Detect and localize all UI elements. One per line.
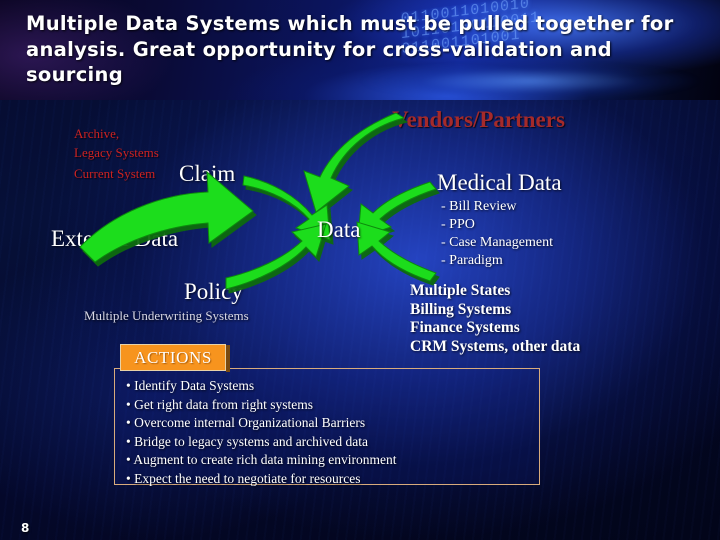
- actions-item: • Bridge to legacy systems and archived …: [126, 433, 369, 449]
- slide-canvas: 0110011010010 10110100110011 01100110100…: [0, 0, 720, 540]
- systems-item: CRM Systems, other data: [410, 337, 581, 355]
- label-archive-legacy-systems: Archive, Legacy Systems: [74, 124, 159, 162]
- label-policy: Policy: [184, 279, 243, 304]
- medical-data-item-list: - Bill Review - PPO - Case Management - Par…: [441, 198, 553, 270]
- actions-tab-label: ACTIONS: [134, 347, 212, 367]
- label-external-data: External Data: [51, 226, 179, 251]
- actions-item: • Identify Data Systems: [126, 378, 255, 393]
- label-data-center: Data: [317, 217, 361, 242]
- systems-item-list: Multiple States Billing Systems Finance Sy…: [410, 282, 580, 356]
- label-line: Archive,: [74, 126, 120, 141]
- medical-data-item: - PPO: [441, 217, 475, 232]
- systems-item: Billing Systems: [410, 300, 512, 318]
- label-vendors-partners: Vendors/Partners: [392, 107, 565, 132]
- actions-box: • Identify Data Systems • Get right data …: [114, 368, 540, 486]
- label-multiple-underwriting-systems: Multiple Underwriting Systems: [84, 308, 249, 323]
- actions-item: • Get right data from right systems: [126, 396, 313, 412]
- medical-data-item: - Case Management: [441, 235, 553, 250]
- systems-item: Multiple States: [410, 282, 511, 299]
- actions-item: • Overcome internal Organizational Barri…: [126, 415, 366, 431]
- label-current-system: Current System: [74, 166, 156, 181]
- medical-data-item: - Bill Review: [441, 199, 517, 214]
- actions-item: • Augment to create rich data mining env…: [126, 452, 397, 468]
- systems-item: Finance Systems: [410, 319, 520, 336]
- page-number: 8: [21, 521, 30, 535]
- label-claim: Claim: [179, 161, 236, 186]
- actions-tab[interactable]: ACTIONS: [120, 344, 230, 372]
- arrow-systems-to-data: [356, 221, 437, 282]
- arrow-medical-to-data: [357, 181, 437, 239]
- label-medical-data: Medical Data: [437, 170, 562, 195]
- medical-data-item: - Paradigm: [441, 253, 503, 268]
- label-line: Legacy Systems: [74, 145, 159, 160]
- slide-title: Multiple Data Systems which must be pull…: [26, 12, 674, 86]
- actions-item-list: • Identify Data Systems • Get right data …: [126, 377, 397, 489]
- actions-item: • Expect the need to negotiate for resou…: [126, 470, 361, 486]
- arrow-vendors-to-data: [303, 112, 406, 213]
